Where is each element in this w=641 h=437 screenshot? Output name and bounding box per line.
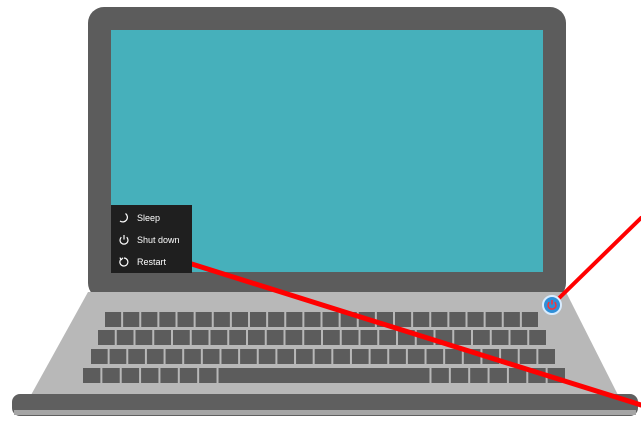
keyboard-key bbox=[221, 349, 239, 364]
keyboard-key bbox=[83, 368, 101, 383]
keyboard-key bbox=[431, 368, 449, 383]
keyboard-key bbox=[467, 312, 484, 327]
menu-item-label: Restart bbox=[137, 257, 167, 267]
keyboard-key bbox=[449, 312, 466, 327]
keyboard-key bbox=[121, 368, 140, 383]
keyboard-key bbox=[389, 349, 406, 364]
keyboard-key bbox=[395, 312, 412, 327]
keyboard-key bbox=[304, 330, 321, 345]
keyboard-key bbox=[102, 368, 120, 383]
menu-item-shut-down[interactable]: Shut down bbox=[111, 229, 192, 251]
power-menu: Sleep Shut down Restart bbox=[111, 205, 192, 273]
keyboard-key bbox=[213, 312, 230, 327]
keyboard-key bbox=[116, 330, 134, 345]
keyboard-key bbox=[146, 349, 164, 364]
keyboard-key bbox=[266, 330, 284, 345]
keyboard-key bbox=[91, 349, 108, 364]
menu-item-label: Sleep bbox=[137, 213, 161, 223]
keyboard-key bbox=[210, 330, 228, 345]
keyboard-key bbox=[379, 330, 396, 345]
keyboard-key bbox=[179, 368, 198, 383]
moon-icon bbox=[117, 211, 131, 225]
laptop-bottom-lip bbox=[14, 410, 636, 415]
keyboard-key bbox=[240, 349, 257, 364]
keyboard-key bbox=[184, 349, 201, 364]
keyboard-key bbox=[199, 368, 217, 383]
keyboard-key bbox=[123, 312, 140, 327]
keyboard-key bbox=[98, 330, 115, 345]
keyboard-key bbox=[333, 349, 350, 364]
keyboard-key bbox=[135, 330, 153, 345]
keyboard-key bbox=[231, 312, 248, 327]
keyboard-key bbox=[322, 312, 339, 327]
keyboard-key bbox=[229, 330, 246, 345]
keyboard-key bbox=[165, 349, 183, 364]
keyboard-key bbox=[426, 349, 444, 364]
keyboard-key bbox=[105, 312, 122, 327]
keyboard-key bbox=[268, 312, 285, 327]
keyboard-key bbox=[370, 349, 388, 364]
keyboard-key bbox=[202, 349, 220, 364]
keyboard-key bbox=[173, 330, 190, 345]
laptop-illustration bbox=[12, 7, 641, 416]
keyboard-key bbox=[470, 368, 488, 383]
keyboard-key bbox=[258, 349, 276, 364]
keyboard-key bbox=[141, 368, 159, 383]
keyboard-key bbox=[485, 312, 502, 327]
keyboard-key bbox=[159, 312, 176, 327]
keyboard-key bbox=[304, 312, 321, 327]
keyboard-key bbox=[248, 330, 265, 345]
keyboard-key bbox=[519, 349, 537, 364]
keyboard-key bbox=[141, 312, 158, 327]
keyboard-key bbox=[191, 330, 209, 345]
restart-icon bbox=[117, 255, 131, 269]
keyboard-key bbox=[277, 349, 295, 364]
keyboard-key bbox=[286, 312, 303, 327]
keyboard-key bbox=[529, 330, 546, 345]
keyboard-key bbox=[431, 312, 448, 327]
keyboard-key bbox=[503, 312, 520, 327]
keyboard-key bbox=[454, 330, 471, 345]
keyboard-key bbox=[195, 312, 212, 327]
keyboard-key bbox=[154, 330, 171, 345]
keyboard-key bbox=[250, 312, 267, 327]
keyboard-key bbox=[521, 312, 538, 327]
keyboard-key bbox=[491, 330, 509, 345]
menu-item-sleep[interactable]: Sleep bbox=[111, 207, 192, 229]
keyboard-key bbox=[473, 330, 490, 345]
keyboard-key bbox=[296, 349, 313, 364]
keyboard-key bbox=[285, 330, 303, 345]
keyboard-key bbox=[341, 330, 359, 345]
keyboard-key bbox=[218, 368, 430, 383]
keyboard-key bbox=[177, 312, 194, 327]
keyboard-key bbox=[128, 349, 145, 364]
power-icon bbox=[117, 233, 131, 247]
keyboard-key bbox=[360, 330, 378, 345]
keyboard-key bbox=[407, 349, 425, 364]
menu-item-restart[interactable]: Restart bbox=[111, 251, 192, 273]
keyboard-key bbox=[538, 349, 555, 364]
keyboard-key bbox=[314, 349, 332, 364]
power-icon bbox=[546, 299, 558, 311]
keyboard-key bbox=[323, 330, 340, 345]
keyboard-key bbox=[510, 330, 528, 345]
keyboard-key bbox=[489, 368, 507, 383]
keyboard-key bbox=[351, 349, 369, 364]
keyboard-key bbox=[160, 368, 178, 383]
keyboard-key bbox=[445, 349, 462, 364]
power-button[interactable] bbox=[542, 295, 562, 315]
keyboard-key bbox=[109, 349, 127, 364]
keyboard-key bbox=[413, 312, 430, 327]
keyboard-key bbox=[450, 368, 469, 383]
menu-item-label: Shut down bbox=[137, 235, 180, 245]
